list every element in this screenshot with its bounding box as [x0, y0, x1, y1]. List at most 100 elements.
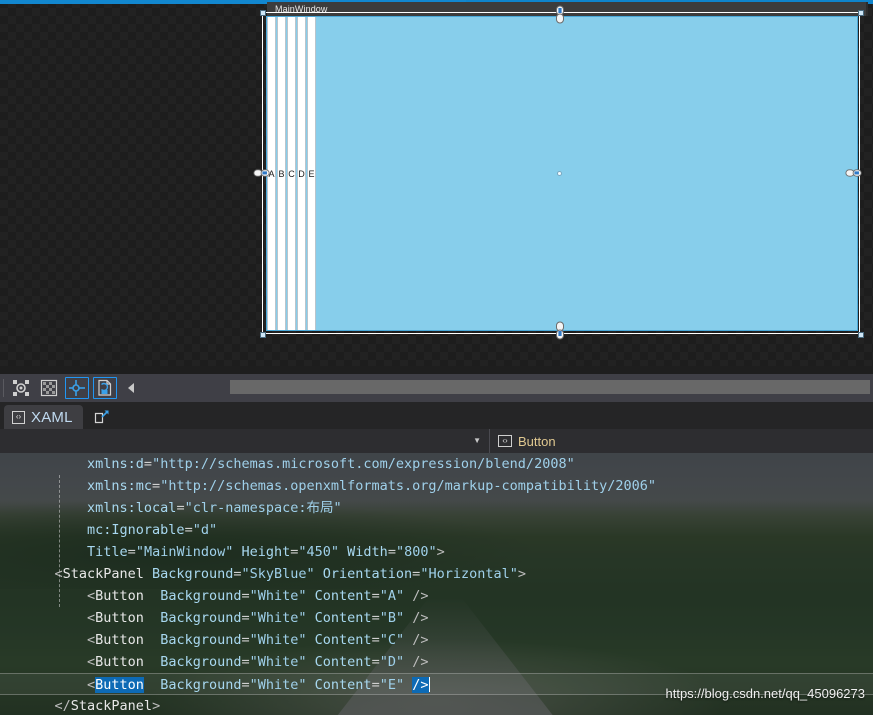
code-token: =	[371, 654, 380, 670]
code-line[interactable]: xmlns:local="clr-namespace:布局"	[0, 497, 873, 519]
code-token: =	[241, 610, 250, 626]
xaml-code-editor[interactable]: xmlns:d="http://schemas.microsoft.com/ex…	[0, 453, 873, 715]
code-token: "B"	[379, 610, 405, 626]
chain-link-icon-top[interactable]	[551, 5, 569, 24]
code-token: Content	[306, 632, 372, 648]
watermark-text: https://blog.csdn.net/qq_45096273	[665, 686, 866, 701]
code-token: =	[143, 456, 153, 472]
code-lines[interactable]: xmlns:d="http://schemas.microsoft.com/ex…	[0, 453, 873, 715]
chain-link-icon-bottom[interactable]	[551, 321, 569, 340]
code-token: "http://schemas.microsoft.com/expression…	[152, 456, 575, 472]
chain-link-icon-left[interactable]	[253, 164, 271, 182]
code-line[interactable]: mc:Ignorable="d"	[0, 519, 873, 541]
tab-xaml[interactable]: ‹› XAML	[4, 405, 83, 429]
layout-adorner-icon[interactable]	[65, 377, 89, 399]
resize-handle-bottom-left[interactable]	[260, 332, 266, 338]
code-token: <	[22, 654, 96, 670]
code-token: >	[436, 544, 445, 560]
code-token: Title	[22, 544, 128, 560]
zoom-fit-icon[interactable]	[9, 377, 33, 399]
stackpanel-preview[interactable]: A B C D E	[266, 16, 858, 331]
code-token: StackPanel	[70, 698, 153, 714]
selected-element-label: Button	[518, 433, 556, 449]
design-button-e[interactable]: E	[307, 17, 316, 330]
code-line[interactable]: <StackPanel Background="SkyBlue" Orienta…	[0, 563, 873, 585]
code-token: <	[22, 610, 96, 626]
code-token: Button	[95, 588, 144, 604]
code-token: =	[387, 544, 396, 560]
collapse-arrow-icon[interactable]	[123, 377, 141, 399]
code-token: "White"	[249, 632, 307, 648]
code-token: "http://schemas.openxmlformats.org/marku…	[160, 478, 656, 494]
code-token: mc:Ignorable	[22, 522, 185, 538]
code-token: xmlns:mc	[22, 478, 153, 494]
visual-studio-xaml-designer: MainWindow A B C D E ‹› XAML ▼ ‹› Button…	[0, 0, 873, 715]
code-token: =	[371, 610, 380, 626]
code-line[interactable]: <Button Background="White" Content="B" /…	[0, 607, 873, 629]
code-token: Content	[306, 654, 372, 670]
code-token: />	[404, 610, 429, 626]
code-token: "D"	[379, 654, 405, 670]
code-line[interactable]: <Button Background="White" Content="D" /…	[0, 651, 873, 673]
code-brackets-icon: ‹›	[498, 435, 512, 447]
design-surface[interactable]: MainWindow A B C D E	[0, 0, 873, 366]
code-token: Background	[143, 632, 242, 648]
code-token: =	[371, 632, 380, 648]
code-token: StackPanel	[62, 566, 144, 582]
design-button-b[interactable]: B	[277, 17, 286, 330]
code-token: Content	[306, 610, 372, 626]
code-token: "White"	[249, 654, 307, 670]
design-button-d[interactable]: D	[297, 17, 306, 330]
horizontal-scrollbar-thumb[interactable]	[230, 380, 870, 394]
code-line[interactable]: <Button Background="White" Content="C" /…	[0, 629, 873, 651]
code-token: Background	[143, 610, 242, 626]
code-token: =	[152, 478, 161, 494]
code-token: Height	[233, 544, 291, 560]
code-token: "E"	[379, 677, 405, 693]
code-brackets-icon: ‹›	[12, 410, 25, 424]
code-token: =	[241, 677, 250, 693]
split-view-icon[interactable]	[91, 407, 113, 429]
code-token: <	[22, 677, 96, 693]
code-line[interactable]: Title="MainWindow" Height="450" Width="8…	[0, 541, 873, 563]
code-line[interactable]: xmlns:mc="http://schemas.openxmlformats.…	[0, 475, 873, 497]
code-token: =	[176, 500, 185, 516]
code-line[interactable]: <Button Background="White" Content="A" /…	[0, 585, 873, 607]
code-token: Background	[143, 677, 242, 693]
code-token: Content	[306, 588, 372, 604]
code-line[interactable]: xmlns:d="http://schemas.microsoft.com/ex…	[0, 453, 873, 475]
code-token: xmlns:d	[22, 456, 144, 472]
design-button-c-label: C	[288, 168, 295, 179]
design-button-d-label: D	[298, 168, 305, 179]
code-token: Button	[95, 677, 144, 693]
code-token: Background	[143, 566, 234, 582]
code-token: Content	[306, 677, 372, 693]
editor-navigation-bar[interactable]: ▼ ‹› Button	[0, 429, 873, 454]
code-token: Button	[95, 632, 144, 648]
code-token: Orientation	[314, 566, 413, 582]
scope-dropdown[interactable]: ▼	[0, 429, 490, 453]
editor-tab-row[interactable]: ‹› XAML	[0, 402, 873, 429]
element-breadcrumb[interactable]: ‹› Button	[490, 429, 873, 453]
text-caret	[428, 677, 430, 692]
code-token: />	[404, 588, 429, 604]
snap-grid-icon[interactable]	[37, 377, 61, 399]
effects-icon[interactable]	[93, 377, 117, 399]
code-token: "Horizontal"	[420, 566, 518, 582]
code-token: "White"	[249, 610, 307, 626]
preview-window-title: MainWindow	[275, 4, 328, 14]
code-token: =	[241, 632, 250, 648]
code-token: =	[241, 654, 250, 670]
code-token: "d"	[192, 522, 218, 538]
code-token: "White"	[249, 588, 307, 604]
center-anchor-dot[interactable]	[557, 171, 562, 176]
design-button-b-label: B	[278, 168, 285, 179]
code-token: <	[22, 632, 96, 648]
resize-handle-bottom-right[interactable]	[858, 332, 864, 338]
code-token: "450"	[298, 544, 340, 560]
design-button-c[interactable]: C	[287, 17, 296, 330]
chain-link-icon-right[interactable]	[845, 164, 863, 182]
code-token: "White"	[249, 677, 307, 693]
chevron-down-icon: ▼	[473, 436, 481, 445]
code-token: />	[404, 654, 429, 670]
